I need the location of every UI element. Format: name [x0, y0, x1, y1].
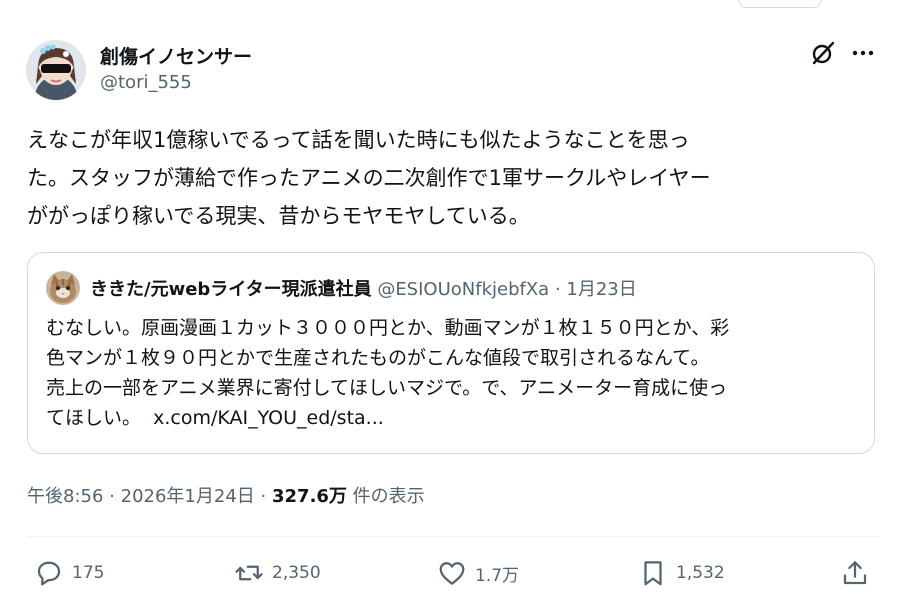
- reply-icon: [37, 561, 61, 586]
- like-count: 1.7万: [475, 565, 520, 586]
- views-label: 件の表示: [352, 486, 425, 507]
- tweet-text-line: た。スタッフが薄給で作ったアニメの二次創作で1軍サークルやレイヤー: [27, 166, 711, 190]
- author-name[interactable]: 創傷イノセンサー: [100, 42, 252, 69]
- reply-count: 175: [72, 563, 105, 583]
- heart-icon: [439, 562, 465, 585]
- repost-icon: [235, 565, 263, 581]
- quoted-text-line-tail: てほしい。: [46, 407, 142, 429]
- quoted-tweet-card[interactable]: ききた/元webライター現派遣社員 @ESIOUoNfkjebfXa · 1月2…: [27, 252, 875, 454]
- meta-separator: ·: [260, 486, 267, 507]
- top-follow-button-partial[interactable]: [738, 0, 822, 8]
- repost-count: 2,350: [272, 563, 321, 583]
- like-button[interactable]: 1.7万: [437, 558, 519, 588]
- quoted-text-line: むなしい。原画漫画１カット３０００円とか、動画マンが１枚１５０円とか、彩: [46, 317, 730, 339]
- divider: [27, 536, 877, 537]
- quoted-header: ききた/元webライター現派遣社員 @ESIOUoNfkjebfXa · 1月2…: [90, 275, 637, 301]
- share-icon: [843, 561, 867, 585]
- tweet-text-line: ががっぽり稼いでる現実、昔からモヤモヤしている。: [27, 204, 530, 228]
- quoted-text-line: 色マンが１枚９０円とかで生産されたものがこんな値段で取引されるなんて。: [46, 347, 710, 369]
- quoted-text-line: てほしい。 x.com/KAI_YOU_ed/sta...: [46, 403, 861, 433]
- avatar-illustration: [26, 40, 86, 100]
- bookmark-count: 1,532: [676, 563, 725, 583]
- bookmark-button[interactable]: 1,532: [638, 558, 725, 588]
- share-button[interactable]: [840, 558, 878, 588]
- meta-separator: ·: [109, 486, 115, 507]
- quoted-date: 1月23日: [566, 279, 637, 300]
- quoted-text-line: 売上の一部をアニメ業界に寄付してほしいマジで。で、アニメーター育成に使っ: [46, 377, 728, 399]
- quoted-separator: ·: [554, 279, 561, 300]
- reply-button[interactable]: 175: [34, 558, 104, 588]
- grok-icon[interactable]: [810, 40, 836, 66]
- author-avatar[interactable]: [26, 40, 86, 100]
- more-icon[interactable]: [850, 40, 876, 66]
- quoted-author-name: ききた/元webライター現派遣社員: [90, 279, 372, 300]
- quoted-author-avatar: [46, 271, 80, 305]
- quoted-author-handle: @ESIOUoNfkjebfXa: [377, 279, 550, 300]
- tweet-meta: 午後8:56 · 2026年1月24日 · 327.6万 件の表示: [27, 482, 425, 508]
- author-handle[interactable]: @tori_555: [100, 72, 192, 93]
- repost-button[interactable]: 2,350: [234, 558, 321, 588]
- bookmark-icon: [644, 561, 662, 586]
- quoted-tweet-text: むなしい。原画漫画１カット３０００円とか、動画マンが１枚１５０円とか、彩 色マン…: [46, 313, 861, 433]
- cat-avatar-image: [46, 271, 80, 305]
- tweet-text-line: えなこが年収1億稼いでるって話を聞いた時にも似たようなことを思っ: [27, 128, 690, 152]
- views-count: 327.6万: [272, 486, 347, 507]
- quoted-link[interactable]: x.com/KAI_YOU_ed/sta...: [153, 407, 384, 429]
- tweet-time[interactable]: 午後8:56: [27, 486, 103, 507]
- tweet-text: えなこが年収1億稼いでるって話を聞いた時にも似たようなことを思っ た。スタッフが…: [27, 121, 877, 235]
- tweet-date[interactable]: 2026年1月24日: [121, 486, 255, 507]
